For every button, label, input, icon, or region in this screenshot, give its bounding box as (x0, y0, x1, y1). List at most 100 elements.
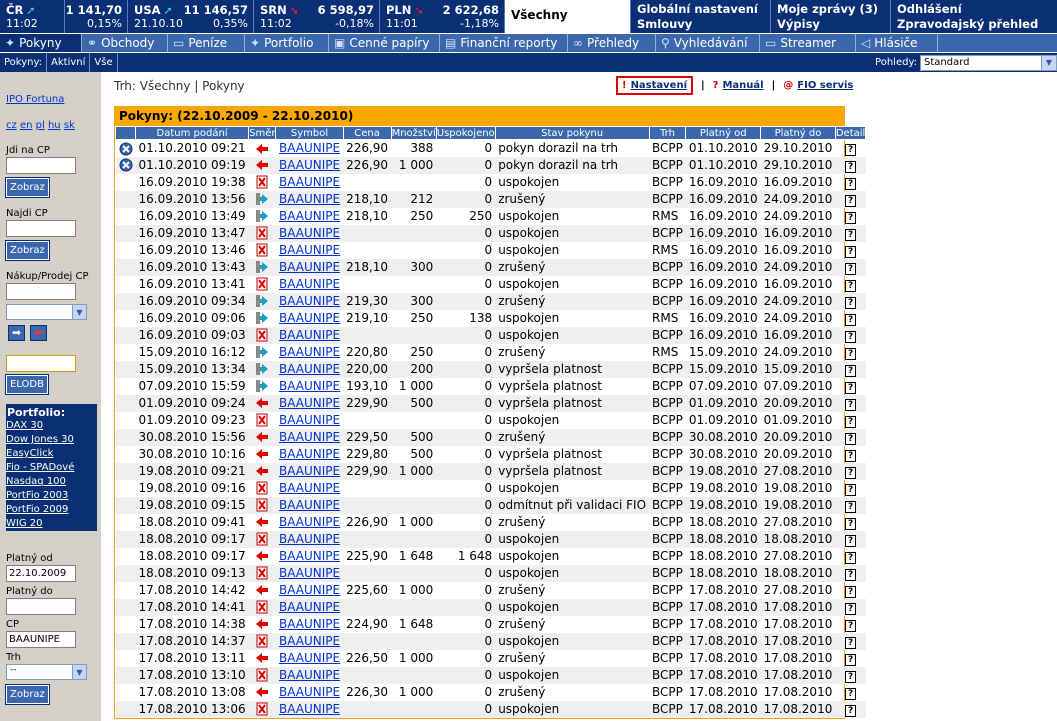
symbol-link[interactable]: BAAUNIPE (279, 481, 340, 495)
detail-icon[interactable]: ? (845, 245, 857, 258)
settings-link-box[interactable]: ! Nastavení (616, 76, 694, 95)
table-row[interactable]: 19.08.2010 09:16 BAAUNIPE 0 uspokojen BCPP 19… (116, 480, 866, 497)
symbol-link[interactable]: BAAUNIPE (279, 209, 340, 223)
table-row[interactable]: 18.08.2010 09:17 BAAUNIPE 0 uspokojen BCPP 18… (115, 530, 866, 548)
table-row[interactable]: 16.09.2010 13:47 BAAUNIPE 0 uspokojen BCPP 16… (115, 224, 866, 242)
tab-penize[interactable]: ▭ Peníze (168, 34, 245, 52)
tab-vyhledavani[interactable]: ⚲ Vyhledávání (656, 34, 760, 52)
table-row[interactable]: 30.08.2010 10:16 BAAUNIPE 229,80 500 0 vyprše… (116, 446, 866, 463)
tab-obchody[interactable]: ⚭ Obchody (82, 34, 168, 52)
index-cr[interactable]: ČR ➚ 11:02 (0, 0, 65, 33)
detail-icon[interactable]: ? (845, 143, 857, 156)
symbol-link[interactable]: BAAUNIPE (279, 702, 340, 716)
table-row[interactable]: 19.08.2010 09:15 BAAUNIPE 0 odmítnut při va… (115, 496, 866, 514)
table-row[interactable]: 15.09.2010 16:12 BAAUNIPE 220,80 250 0 zrušen… (116, 344, 866, 361)
symbol-link[interactable]: BAAUNIPE (279, 515, 340, 529)
table-row[interactable]: 17.08.2010 13:10 BAAUNIPE 0 uspokojen BCPP 17… (115, 666, 866, 684)
symbol-link[interactable]: BAAUNIPE (279, 634, 340, 648)
go-to-cp-input[interactable] (6, 157, 76, 174)
lang-sk[interactable]: sk (64, 120, 75, 131)
table-row[interactable]: 16.09.2010 09:03 BAAUNIPE 0 uspokojen BCPP 16… (115, 326, 866, 344)
lang-en[interactable]: en (20, 120, 33, 131)
symbol-link[interactable]: BAAUNIPE (279, 226, 340, 240)
table-row[interactable]: 17.08.2010 14:37 BAAUNIPE 0 uspokojen BCPP 17… (115, 632, 866, 650)
table-row[interactable]: 16.09.2010 13:49 BAAUNIPE 218,10 250 250 uspo… (116, 208, 866, 225)
show-button-2[interactable]: Zobraz (5, 240, 50, 261)
index-usa[interactable]: USA ➚ 21.10.10 11 146,57 0,35% (128, 0, 254, 33)
table-row[interactable]: 16.09.2010 13:43 BAAUNIPE 218,10 300 0 zrušen… (115, 258, 866, 276)
table-row[interactable]: 18.08.2010 09:41 BAAUNIPE 226,90 1 000 0 zruš… (116, 514, 866, 531)
column-header[interactable]: Symbol (275, 126, 344, 140)
detail-icon[interactable]: ? (845, 466, 857, 479)
column-header[interactable]: Stav pokynu (494, 126, 650, 140)
filter-show-button[interactable]: Zobraz (5, 684, 50, 705)
cancel-order-icon[interactable] (119, 158, 133, 172)
table-row[interactable]: 17.08.2010 13:06 BAAUNIPE 0 uspokojen BCPP 17… (115, 700, 866, 718)
ipo-fortuna-link[interactable]: IPO Fortuna (6, 94, 64, 105)
status-cell[interactable] (115, 156, 136, 174)
symbol-link[interactable]: BAAUNIPE (279, 175, 340, 189)
elodb-button[interactable]: ELODB (5, 374, 49, 395)
symbol-link[interactable]: BAAUNIPE (279, 192, 340, 206)
symbol-link[interactable]: BAAUNIPE (279, 362, 340, 376)
symbol-link[interactable]: BAAUNIPE (279, 345, 340, 359)
symbol-link[interactable]: BAAUNIPE (279, 549, 340, 563)
tab-streamer[interactable]: ▭ Streamer (760, 34, 856, 52)
tab-pokyny[interactable]: ✦ Pokyny (0, 34, 82, 52)
table-row[interactable]: 17.08.2010 14:38 BAAUNIPE 224,90 1 648 0 zruš… (116, 616, 866, 633)
global-settings-link[interactable]: Globální nastavení Smlouvy (631, 0, 771, 33)
table-row[interactable]: 01.10.2010 09:19 BAAUNIPE 226,90 1 000 0 poky… (115, 156, 866, 174)
table-row[interactable]: 16.09.2010 13:46 BAAUNIPE 0 uspokojen RMS 16.… (116, 242, 866, 259)
subnav-active[interactable]: Aktivní (47, 53, 91, 72)
column-header[interactable]: Platný od (685, 126, 762, 140)
detail-icon[interactable]: ? (845, 568, 857, 581)
column-header[interactable]: Uspokojeno (435, 126, 496, 140)
table-row[interactable]: 16.09.2010 19:38 BAAUNIPE 0 uspokojen BCPP 16… (116, 174, 866, 191)
index-cr-values[interactable]: 1 141,70 0,15% (65, 0, 128, 33)
detail-icon[interactable]: ? (845, 653, 857, 666)
symbol-link[interactable]: BAAUNIPE (279, 396, 340, 410)
sell-arrow-button[interactable]: ⬅ (30, 325, 47, 341)
column-header[interactable] (115, 126, 136, 140)
buy-sell-dropdown[interactable]: ▼ (6, 304, 87, 320)
find-cp-input[interactable] (6, 220, 76, 237)
symbol-link[interactable]: BAAUNIPE (279, 328, 340, 342)
symbol-link[interactable]: BAAUNIPE (279, 158, 340, 172)
column-header[interactable]: Platný do (760, 126, 836, 140)
symbol-link[interactable]: BAAUNIPE (279, 379, 340, 393)
detail-icon[interactable]: ? (845, 432, 857, 445)
symbol-link[interactable]: BAAUNIPE (279, 532, 340, 546)
detail-icon[interactable]: ? (845, 279, 857, 292)
valid-from-input[interactable]: 22.10.2009 (6, 565, 76, 582)
detail-icon[interactable]: ? (845, 211, 857, 224)
detail-icon[interactable]: ? (845, 534, 857, 547)
detail-icon[interactable]: ? (845, 585, 857, 598)
index-srn[interactable]: SRN ➘ 11:02 6 598,97 -0,18% (254, 0, 380, 33)
table-row[interactable]: 17.08.2010 14:42 BAAUNIPE 225,60 1 000 0 zruš… (116, 582, 866, 599)
table-row[interactable]: 17.08.2010 13:08 BAAUNIPE 226,30 1 000 0 zruš… (116, 684, 866, 701)
detail-icon[interactable]: ? (845, 160, 857, 173)
cp-input[interactable]: BAAUNIPE (6, 631, 76, 648)
portfolio-link[interactable]: EasyClick (6, 447, 97, 461)
table-row[interactable]: 19.08.2010 09:21 BAAUNIPE 229,90 1 000 0 vypr… (115, 462, 866, 480)
logout-link[interactable]: Odhlášení Zpravodajský přehled (891, 0, 1057, 33)
table-row[interactable]: 17.08.2010 14:41 BAAUNIPE 0 uspokojen BCPP 17… (115, 598, 866, 616)
manual-link[interactable]: Manuál (722, 80, 763, 91)
portfolio-link[interactable]: Dow Jones 30 (6, 433, 97, 447)
symbol-link[interactable]: BAAUNIPE (279, 141, 340, 155)
elodb-input[interactable] (6, 355, 76, 372)
detail-icon[interactable]: ? (845, 551, 857, 564)
symbol-link[interactable]: BAAUNIPE (279, 600, 340, 614)
symbol-link[interactable]: BAAUNIPE (279, 311, 340, 325)
column-header[interactable]: Trh (648, 126, 687, 140)
tab-portfolio[interactable]: ✦ Portfolio (245, 34, 329, 52)
detail-icon[interactable]: ? (845, 194, 857, 207)
tab-hlasice[interactable]: ◁ Hlásiče (856, 34, 938, 52)
detail-icon[interactable]: ? (845, 347, 857, 360)
lang-pl[interactable]: pl (36, 120, 45, 131)
detail-icon[interactable]: ? (845, 704, 857, 717)
detail-icon[interactable]: ? (845, 687, 857, 700)
table-row[interactable]: 07.09.2010 15:59 BAAUNIPE 193,10 1 000 0 vypr… (116, 378, 866, 395)
table-row[interactable]: 15.09.2010 13:34 BAAUNIPE 220,00 200 0 vyprše… (115, 360, 866, 378)
detail-icon[interactable]: ? (845, 670, 857, 683)
